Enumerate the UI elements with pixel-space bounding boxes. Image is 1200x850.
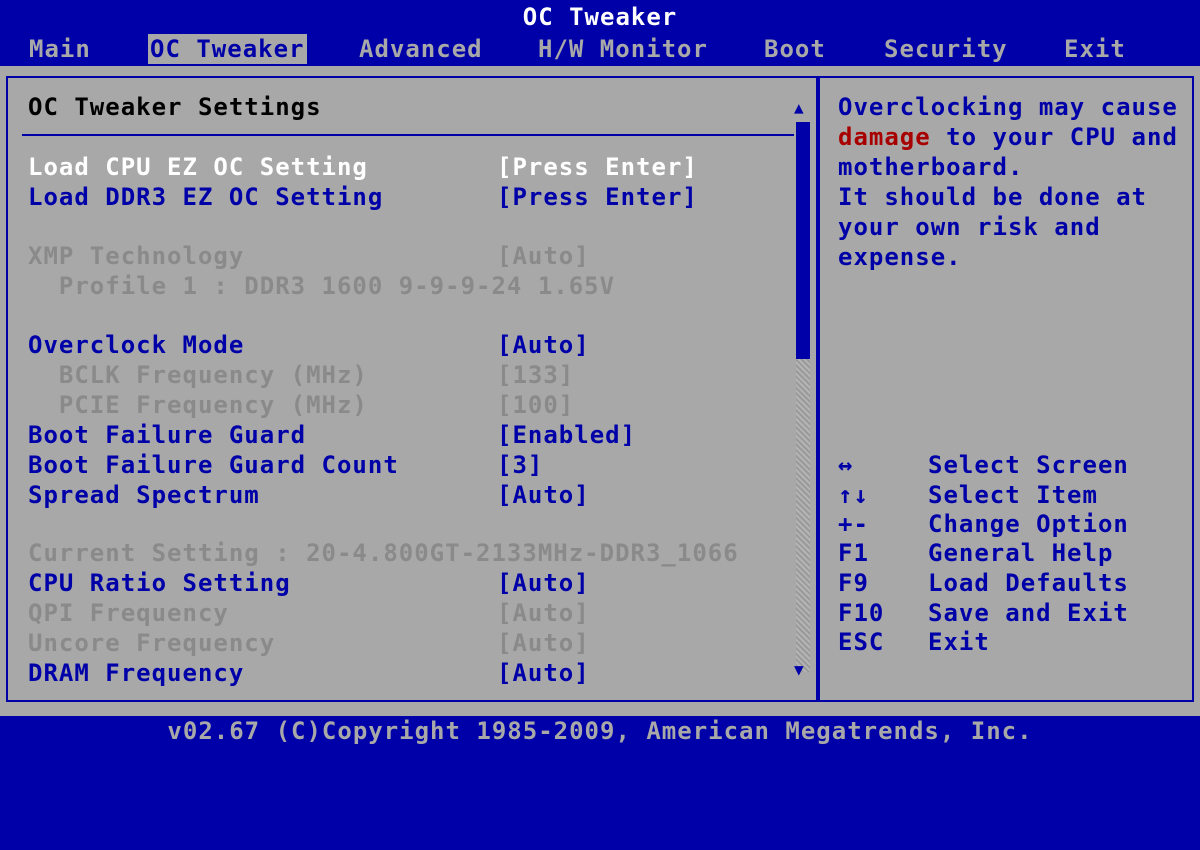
tab-advanced[interactable]: Advanced [357, 34, 485, 64]
setting-label: Profile 1 : DDR3 1600 9-9-9-24 1.65V [28, 272, 616, 300]
setting-label: Load DDR3 EZ OC Setting [28, 183, 384, 211]
section-divider [22, 134, 794, 136]
tab-main[interactable]: Main [27, 34, 93, 64]
setting-label: Uncore Frequency [28, 629, 276, 657]
setting-value: [Auto] [497, 242, 590, 270]
setting-value: [Auto] [497, 599, 590, 627]
key-name: +- [838, 510, 869, 538]
key-name: ↑↓ [838, 481, 869, 509]
setting-label: CPU Ratio Setting [28, 569, 291, 597]
key-name: F10 [838, 599, 885, 627]
scroll-up-arrow-icon[interactable]: ▲ [794, 100, 805, 116]
scroll-down-arrow-icon[interactable]: ▼ [794, 662, 805, 678]
help-warning-word: damage [838, 123, 931, 151]
key-name: ESC [838, 628, 885, 656]
key-name: F1 [838, 539, 869, 567]
setting-value[interactable]: [Auto] [497, 658, 590, 688]
help-line-1: Overclocking may cause [838, 93, 1178, 121]
setting-label: Load CPU EZ OC Setting [28, 153, 368, 181]
help-line-6: expense. [838, 243, 962, 271]
tab-boot[interactable]: Boot [762, 34, 828, 64]
help-line-2-rest: to your CPU and [930, 123, 1178, 151]
tab-hw-monitor[interactable]: H/W Monitor [536, 34, 710, 64]
setting-label: XMP Technology [28, 242, 245, 270]
key-description: Load Defaults [928, 569, 1129, 597]
footer-copyright: v02.67 (C)Copyright 1985-2009, American … [167, 717, 1033, 745]
scrollbar-thumb[interactable] [796, 122, 810, 359]
setting-value[interactable]: [Enabled] [497, 420, 636, 450]
help-line-2: damage to your CPU and [838, 122, 1178, 152]
key-description: Select Item [928, 481, 1098, 509]
setting-value: [133] [497, 361, 575, 389]
setting-value: [Auto] [497, 629, 590, 657]
setting-label: Overclock Mode [28, 331, 245, 359]
setting-label: Boot Failure Guard Count [28, 451, 399, 479]
setting-label: DRAM Frequency [28, 659, 245, 687]
setting-value[interactable]: [3] [497, 450, 543, 480]
key-description: Change Option [928, 510, 1129, 538]
key-description: General Help [928, 539, 1114, 567]
setting-label: PCIE Frequency (MHz) [28, 391, 368, 419]
key-description: Save and Exit [928, 599, 1129, 627]
tab-security[interactable]: Security [882, 34, 1010, 64]
setting-label: Boot Failure Guard [28, 421, 307, 449]
key-name: F9 [838, 569, 869, 597]
setting-label: Current Setting : 20-4.800GT-2133MHz-DDR… [28, 539, 739, 567]
tab-exit[interactable]: Exit [1062, 34, 1128, 64]
window-title: OC Tweaker [522, 3, 678, 31]
setting-value[interactable]: [Auto] [497, 330, 590, 360]
setting-label: BCLK Frequency (MHz) [28, 361, 368, 389]
setting-value[interactable]: [Auto] [497, 568, 590, 598]
setting-value: [100] [497, 391, 575, 419]
setting-value[interactable]: [Auto] [497, 480, 590, 510]
main-panel: OC Tweaker Settings Load CPU EZ OC Setti… [0, 66, 1200, 716]
help-line-4: It should be done at [838, 183, 1147, 211]
setting-value[interactable]: [Press Enter] [497, 152, 698, 182]
key-name: ↔ [838, 451, 854, 479]
key-description: Select Screen [928, 451, 1129, 479]
key-description: Exit [928, 628, 990, 656]
section-title: OC Tweaker Settings [28, 93, 322, 121]
menu-bar: Main OC Tweaker Advanced H/W Monitor Boo… [0, 34, 1200, 66]
setting-value[interactable]: [Press Enter] [497, 182, 698, 212]
help-line-5: your own risk and [838, 213, 1101, 241]
help-line-3: motherboard. [838, 153, 1024, 181]
setting-label: QPI Frequency [28, 599, 229, 627]
tab-oc-tweaker[interactable]: OC Tweaker [148, 34, 307, 64]
setting-label: Spread Spectrum [28, 481, 260, 509]
